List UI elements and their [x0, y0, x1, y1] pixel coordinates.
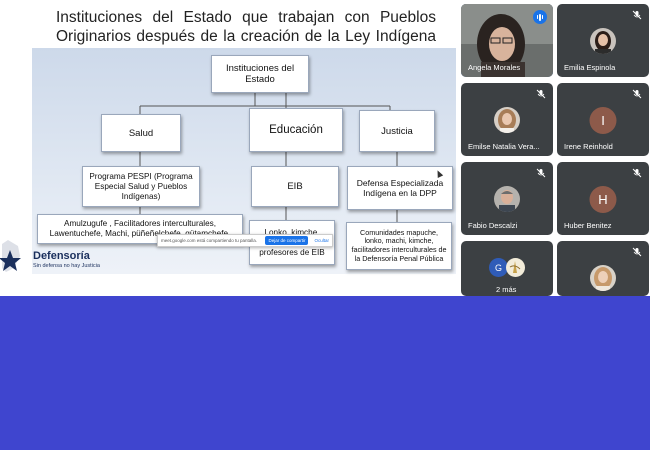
- participant-avatar: [590, 28, 616, 54]
- speaking-indicator-icon: [533, 10, 547, 24]
- mic-off-icon: [632, 168, 642, 178]
- org-node-dpp-agents: Comunidades mapuche, lonko, machi, kimch…: [346, 222, 452, 270]
- participant-name: Irene Reinhold: [564, 142, 613, 151]
- participant-avatar: [494, 107, 520, 133]
- stop-sharing-button[interactable]: Dejar de compartir: [265, 236, 309, 245]
- participant-name: Emilse Natalia Vera...: [468, 142, 540, 151]
- participant-tile-angela-morales[interactable]: Angela Morales: [461, 4, 553, 77]
- participant-initial-avatar: I: [589, 107, 617, 134]
- org-node-justicia: Justicia: [359, 110, 435, 152]
- org-node-pespi: Programa PESPI (Programa Especial Salud …: [82, 166, 200, 207]
- mic-off-icon: [632, 247, 642, 257]
- org-node-eib: EIB: [251, 166, 339, 207]
- participant-name: Huber Benitez: [564, 221, 612, 230]
- participant-initial-avatar: H: [589, 186, 617, 213]
- org-node-educacion: Educación: [249, 108, 343, 152]
- mic-off-icon: [536, 89, 546, 99]
- participant-name: Fabio Descalzi: [468, 221, 518, 230]
- participant-tile-emilse-natalia-vera[interactable]: Emilse Natalia Vera...: [461, 83, 553, 156]
- hide-share-bar-button[interactable]: Ocultar: [314, 238, 329, 243]
- org-node-salud: Salud: [101, 114, 181, 152]
- participant-tile-unnamed[interactable]: [557, 241, 649, 296]
- mic-off-icon: [632, 89, 642, 99]
- more-participants-label: 2 más: [496, 285, 517, 294]
- participant-tile-emilia-espinola[interactable]: Emilia Espinola: [557, 4, 649, 77]
- screen-share-bar: meet.google.com está compartiendo tu pan…: [157, 234, 333, 247]
- mic-off-icon: [632, 10, 642, 20]
- participant-avatar: [494, 186, 520, 212]
- participant-tile-irene-reinhold[interactable]: I Irene Reinhold: [557, 83, 649, 156]
- logo-tagline: Sin defensa no hay Justicia: [33, 263, 100, 269]
- participant-logo-avatar: [506, 258, 525, 277]
- participant-tile-more[interactable]: G 2 más: [461, 241, 553, 296]
- org-node-root: Instituciones del Estado: [211, 55, 309, 93]
- participant-tile-fabio-descalzi[interactable]: Fabio Descalzi: [461, 162, 553, 235]
- mic-off-icon: [536, 168, 546, 178]
- participant-name: Emilia Espinola: [564, 63, 616, 72]
- participant-tile-huber-benitez[interactable]: H Huber Benitez: [557, 162, 649, 235]
- participant-name: Angela Morales: [468, 63, 521, 72]
- shared-presentation: Instituciones del Estado que trabajan co…: [0, 0, 458, 278]
- participant-avatar: [590, 265, 616, 291]
- logo-name: Defensoría: [33, 250, 90, 262]
- share-message: meet.google.com está compartiendo tu pan…: [161, 238, 258, 243]
